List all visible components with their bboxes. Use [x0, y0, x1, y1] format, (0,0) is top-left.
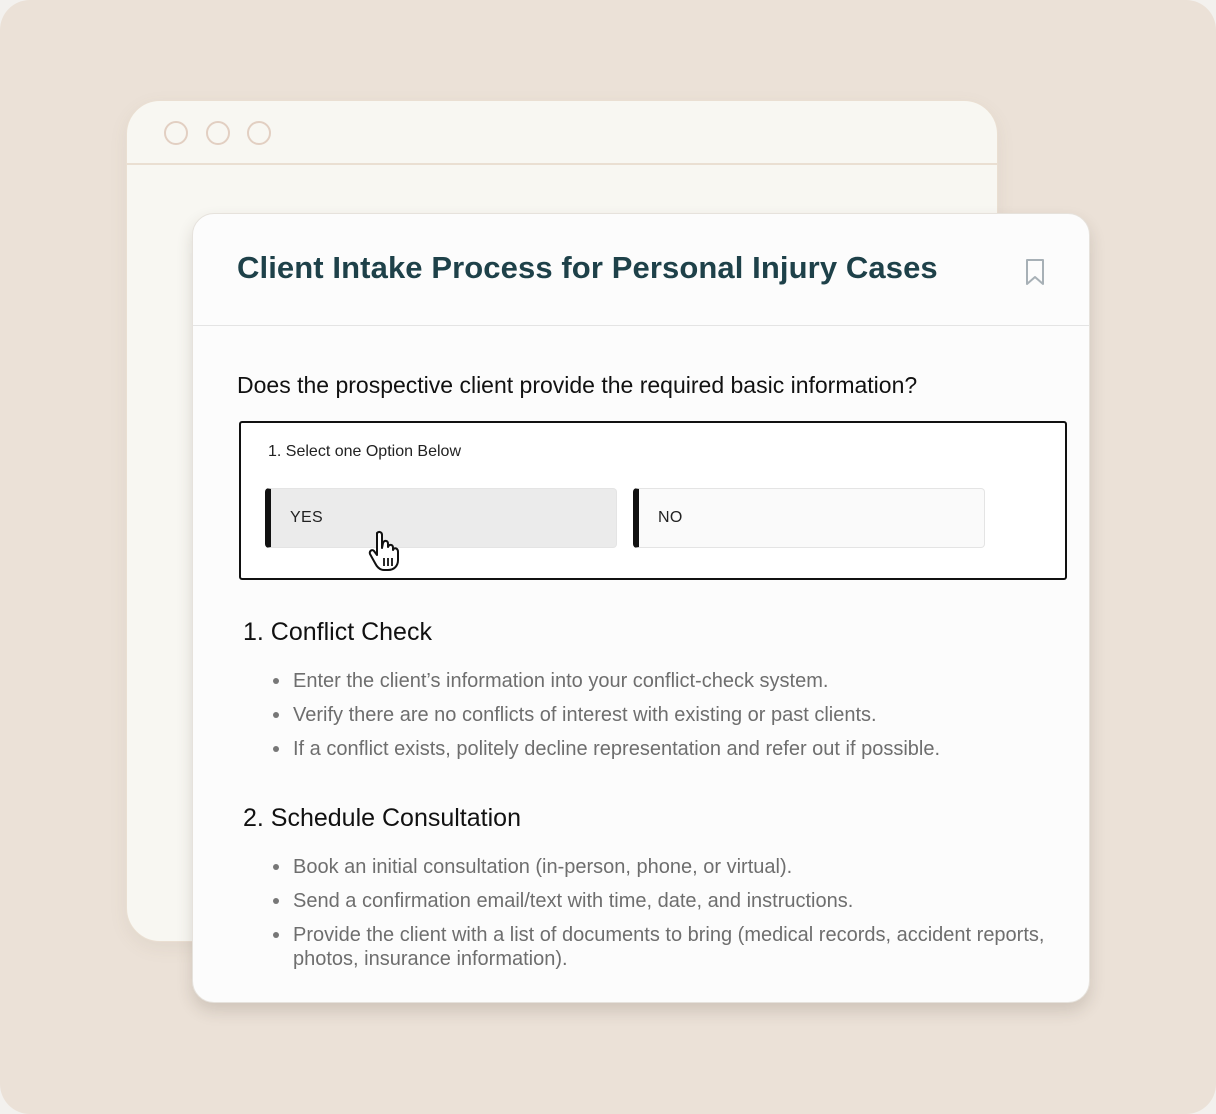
schedule-consultation-list: Book an initial consultation (in-person,… [267, 855, 1057, 981]
hand-pointer-icon [368, 530, 399, 571]
card-header: Client Intake Process for Personal Injur… [193, 214, 1089, 326]
window-control-icon[interactable] [164, 121, 188, 145]
list-item: Enter the client’s information into your… [267, 669, 1057, 693]
list-item: Provide the client with a list of docume… [267, 923, 1057, 971]
section-title-conflict-check: 1. Conflict Check [243, 618, 432, 646]
bookmark-icon[interactable] [1023, 258, 1047, 286]
page-background: Client Intake Process for Personal Injur… [0, 0, 1216, 1114]
list-item: Verify there are no conflicts of interes… [267, 703, 1057, 727]
option-group: 1. Select one Option Below YES NO [239, 421, 1067, 580]
list-item: If a conflict exists, politely decline r… [267, 737, 1057, 761]
question-text: Does the prospective client provide the … [237, 372, 918, 398]
page-title: Client Intake Process for Personal Injur… [237, 250, 938, 285]
window-control-icon[interactable] [206, 121, 230, 145]
yes-option-button[interactable]: YES [265, 488, 617, 548]
no-option-button[interactable]: NO [633, 488, 985, 548]
conflict-check-list: Enter the client’s information into your… [267, 669, 1057, 771]
list-item: Send a confirmation email/text with time… [267, 889, 1057, 913]
option-instruction: 1. Select one Option Below [268, 443, 462, 460]
section-title-schedule-consultation: 2. Schedule Consultation [243, 804, 521, 832]
window-titlebar [127, 101, 997, 165]
window-control-icon[interactable] [247, 121, 271, 145]
list-item: Book an initial consultation (in-person,… [267, 855, 1057, 879]
intake-card: Client Intake Process for Personal Injur… [192, 213, 1090, 1003]
